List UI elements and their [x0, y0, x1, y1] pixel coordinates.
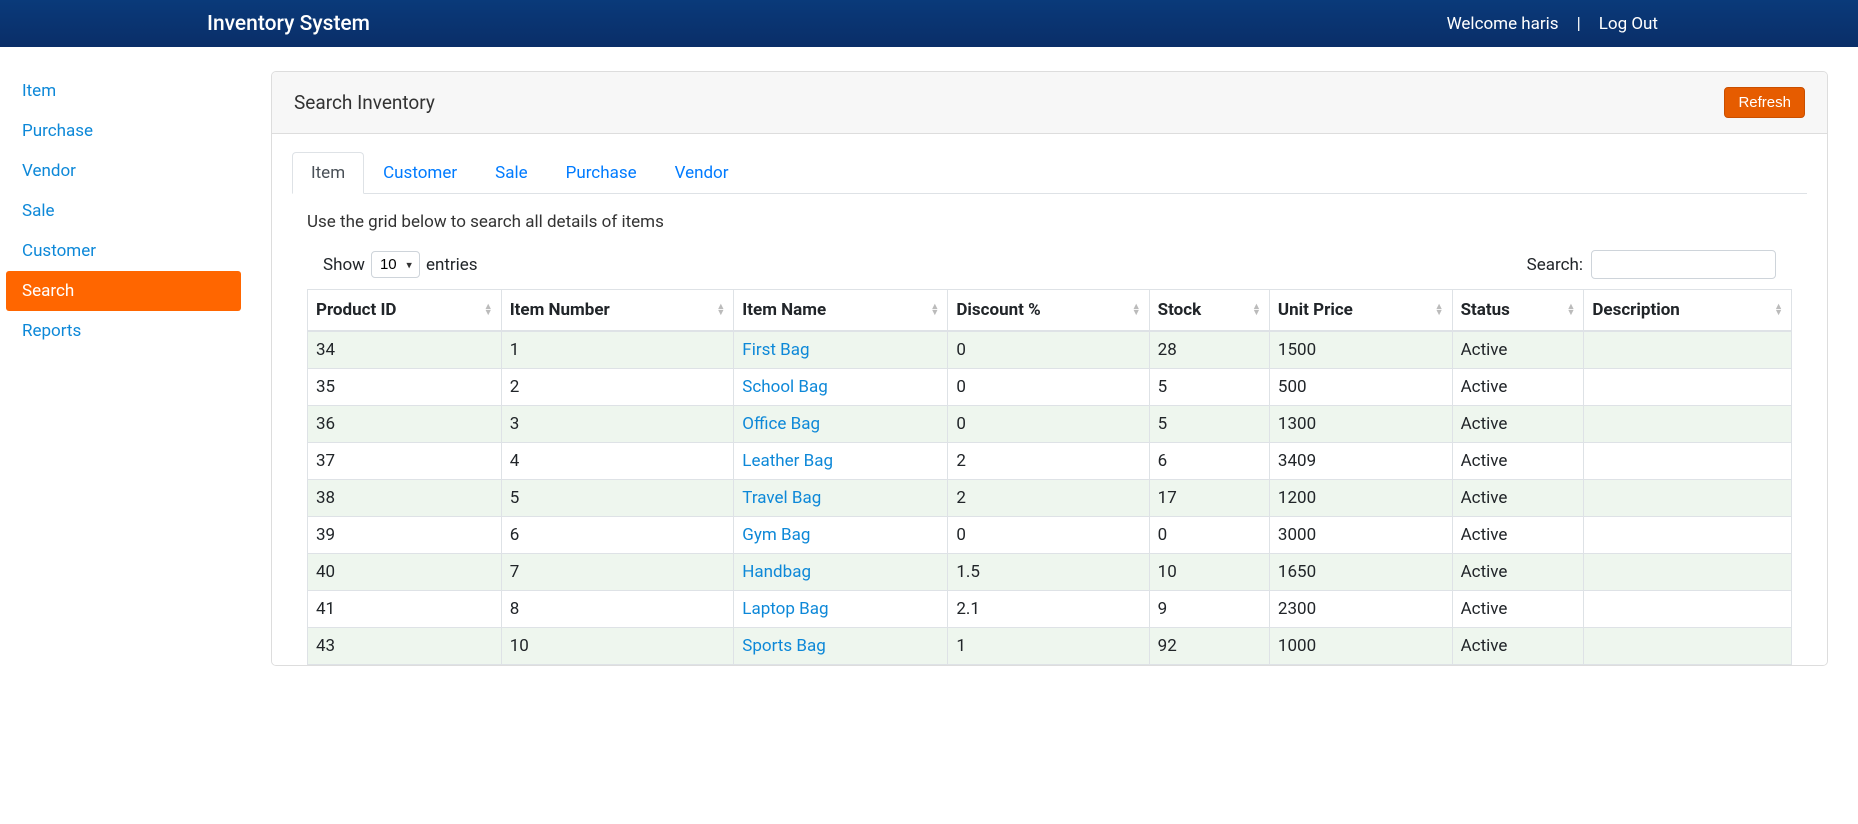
navbar-right: Welcome haris | Log Out: [1447, 14, 1658, 34]
panel-title: Search Inventory: [294, 91, 435, 114]
data-table: Product ID▲▼Item Number▲▼Item Name▲▼Disc…: [307, 289, 1792, 665]
sidebar-item-vendor[interactable]: Vendor: [6, 151, 241, 191]
panel: Search Inventory Refresh ItemCustomerSal…: [271, 71, 1828, 666]
table-row: 407Handbag1.5101650Active: [308, 554, 1792, 591]
sort-icon: ▲▼: [1774, 304, 1783, 316]
sidebar-item-purchase[interactable]: Purchase: [6, 111, 241, 151]
sort-icon: ▲▼: [1132, 304, 1141, 316]
tab-item[interactable]: Item: [292, 152, 364, 194]
grid-instruction: Use the grid below to search all details…: [307, 212, 1792, 232]
show-prefix: Show: [323, 255, 365, 275]
item-name-link[interactable]: Leather Bag: [742, 451, 833, 471]
table-row: 374Leather Bag263409Active: [308, 443, 1792, 480]
tab-sale[interactable]: Sale: [476, 152, 547, 194]
sidebar-item-sale[interactable]: Sale: [6, 191, 241, 231]
col-description[interactable]: Description▲▼: [1584, 290, 1792, 332]
page-size-select[interactable]: 10: [371, 251, 420, 278]
sort-icon: ▲▼: [1566, 304, 1575, 316]
tab-vendor[interactable]: Vendor: [656, 152, 748, 194]
table-row: 418Laptop Bag2.192300Active: [308, 591, 1792, 628]
col-status[interactable]: Status▲▼: [1452, 290, 1584, 332]
col-discount-[interactable]: Discount %▲▼: [948, 290, 1149, 332]
sidebar-item-item[interactable]: Item: [6, 71, 241, 111]
refresh-button[interactable]: Refresh: [1724, 87, 1805, 118]
table-row: 396Gym Bag003000Active: [308, 517, 1792, 554]
navbar-divider: |: [1577, 14, 1581, 34]
table-row: 352School Bag05500Active: [308, 369, 1792, 406]
item-name-link[interactable]: Handbag: [742, 562, 811, 582]
col-product-id[interactable]: Product ID▲▼: [308, 290, 502, 332]
table-row: 341First Bag0281500Active: [308, 331, 1792, 369]
col-unit-price[interactable]: Unit Price▲▼: [1269, 290, 1452, 332]
sidebar-item-search[interactable]: Search: [6, 271, 241, 311]
sort-icon: ▲▼: [1252, 304, 1261, 316]
tabs: ItemCustomerSalePurchaseVendor: [292, 152, 1807, 194]
table-row: 385Travel Bag2171200Active: [308, 480, 1792, 517]
sidebar: ItemPurchaseVendorSaleCustomerSearchRepo…: [0, 71, 241, 666]
panel-header: Search Inventory Refresh: [272, 72, 1827, 134]
sort-icon: ▲▼: [930, 304, 939, 316]
item-name-link[interactable]: School Bag: [742, 377, 827, 397]
show-entries: Show 10 entries: [323, 251, 478, 278]
item-name-link[interactable]: Office Bag: [742, 414, 820, 434]
col-item-name[interactable]: Item Name▲▼: [734, 290, 948, 332]
sidebar-item-reports[interactable]: Reports: [6, 311, 241, 351]
main-content: Search Inventory Refresh ItemCustomerSal…: [241, 71, 1858, 666]
panel-body: ItemCustomerSalePurchaseVendor Use the g…: [272, 134, 1827, 665]
tab-customer[interactable]: Customer: [364, 152, 476, 194]
item-name-link[interactable]: Gym Bag: [742, 525, 810, 545]
item-name-link[interactable]: Sports Bag: [742, 636, 825, 656]
search-label: Search:: [1527, 255, 1583, 275]
table-controls: Show 10 entries Search:: [307, 250, 1792, 279]
search-input[interactable]: [1591, 250, 1776, 279]
search-box: Search:: [1527, 250, 1776, 279]
tab-content: Use the grid below to search all details…: [292, 194, 1807, 665]
table-row: 363Office Bag051300Active: [308, 406, 1792, 443]
app-title[interactable]: Inventory System: [207, 12, 370, 36]
item-name-link[interactable]: First Bag: [742, 340, 809, 360]
sidebar-item-customer[interactable]: Customer: [6, 231, 241, 271]
navbar: Inventory System Welcome haris | Log Out: [0, 0, 1858, 47]
table-row: 4310Sports Bag1921000Active: [308, 628, 1792, 665]
welcome-link[interactable]: Welcome haris: [1447, 14, 1559, 34]
tab-purchase[interactable]: Purchase: [547, 152, 656, 194]
sort-icon: ▲▼: [1435, 304, 1444, 316]
col-stock[interactable]: Stock▲▼: [1149, 290, 1269, 332]
item-name-link[interactable]: Travel Bag: [742, 488, 821, 508]
logout-link[interactable]: Log Out: [1599, 14, 1658, 34]
col-item-number[interactable]: Item Number▲▼: [501, 290, 734, 332]
sort-icon: ▲▼: [716, 304, 725, 316]
sort-icon: ▲▼: [484, 304, 493, 316]
item-name-link[interactable]: Laptop Bag: [742, 599, 828, 619]
show-suffix: entries: [426, 255, 478, 275]
